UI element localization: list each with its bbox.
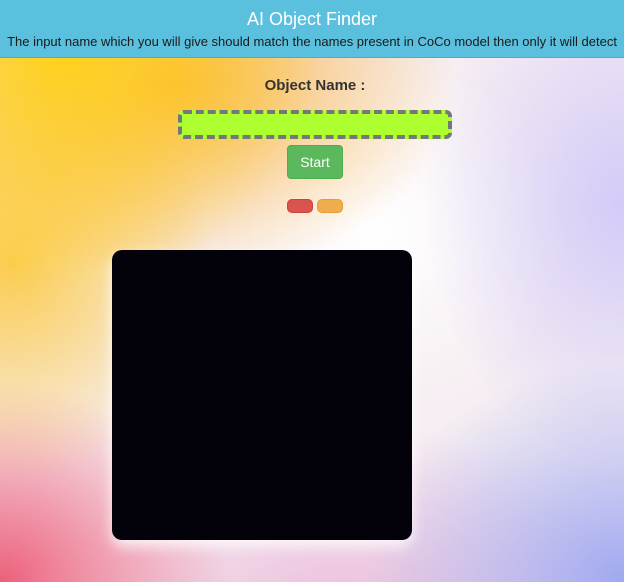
object-name-label: Object Name : bbox=[264, 77, 366, 94]
app-title: AI Object Finder bbox=[246, 9, 378, 29]
object-name-input[interactable] bbox=[178, 110, 452, 139]
status-indicator-orange bbox=[317, 199, 343, 213]
app-header: AI Object Finder The input name which yo… bbox=[0, 0, 624, 58]
start-button[interactable]: Start bbox=[287, 145, 343, 179]
status-indicator-red bbox=[287, 199, 313, 213]
app-subtitle: The input name which you will give shoul… bbox=[7, 34, 617, 49]
video-canvas bbox=[112, 250, 412, 540]
